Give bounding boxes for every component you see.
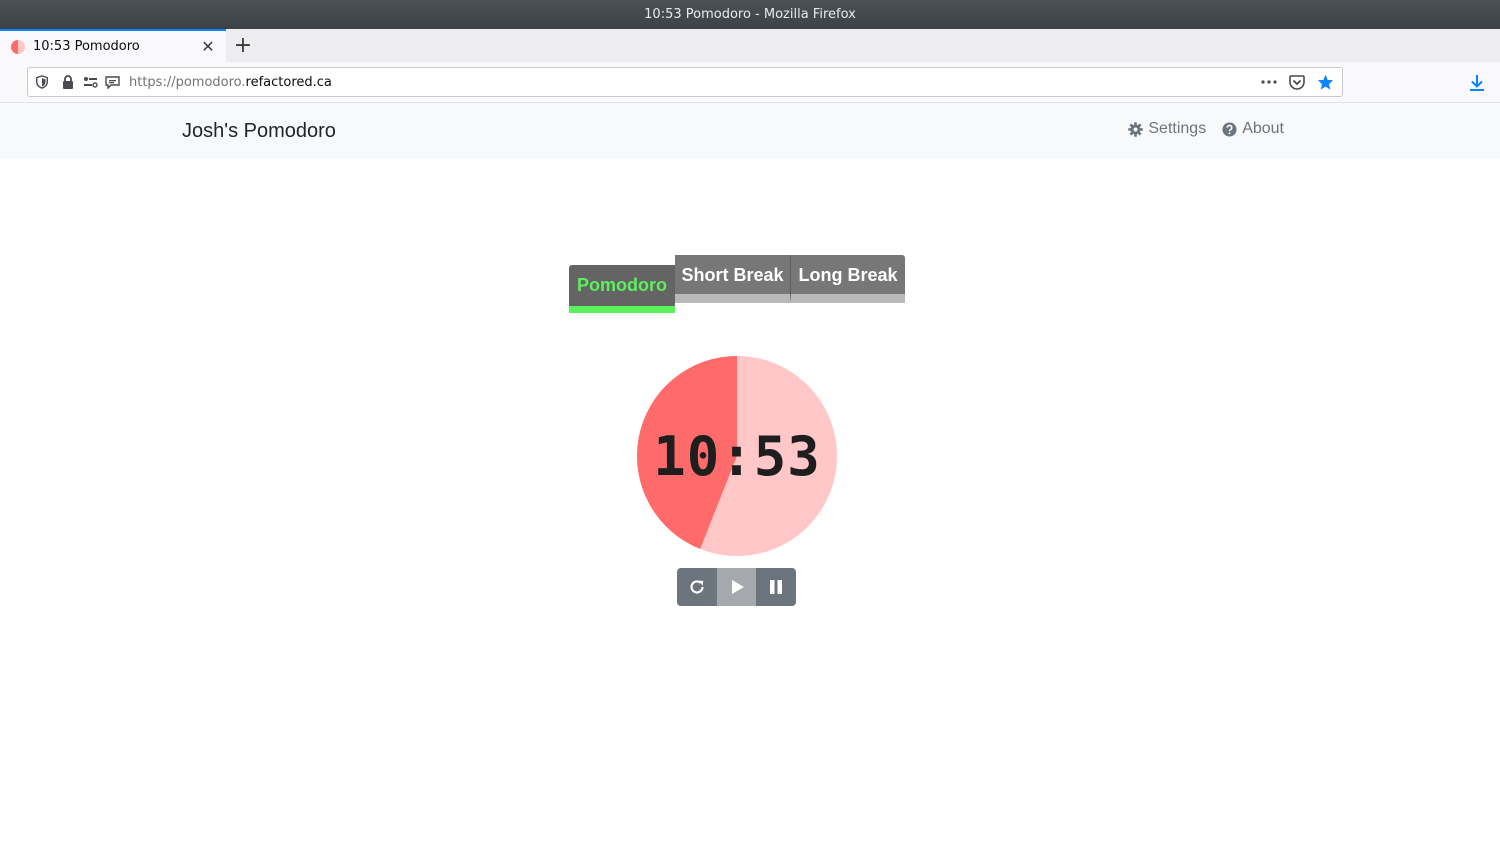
browser-tab-title: 10:53 Pomodoro [33, 39, 140, 54]
url-text[interactable]: https://pomodoro.refactored.ca [129, 75, 1258, 90]
about-link[interactable]: About [1222, 120, 1284, 138]
timer-controls [677, 568, 796, 606]
long-break-mode-button[interactable]: Long Break [791, 255, 905, 303]
settings-label: Settings [1148, 120, 1207, 137]
pause-button[interactable] [756, 568, 796, 606]
short-break-mode-button[interactable]: Short Break [675, 255, 791, 303]
app-navbar: Josh's Pomodoro Settings About [0, 103, 1500, 159]
pocket-icon[interactable] [1286, 68, 1308, 96]
permissions-icon[interactable] [79, 68, 101, 96]
nav-links: Settings About [1128, 120, 1284, 138]
timer-display: 10:53 [653, 424, 821, 488]
brand-link[interactable]: Josh's Pomodoro [182, 120, 336, 143]
pomodoro-favicon-icon [11, 39, 25, 54]
more-icon[interactable] [1258, 68, 1280, 96]
browser-tab[interactable]: 10:53 Pomodoro ✕ [0, 29, 226, 62]
tab-strip: 10:53 Pomodoro ✕ + [0, 29, 1500, 63]
about-label: About [1242, 120, 1284, 137]
new-tab-button[interactable]: + [230, 29, 256, 62]
lock-icon[interactable] [57, 68, 79, 96]
question-icon [1222, 121, 1237, 137]
download-icon[interactable] [1466, 72, 1488, 94]
window-title: 10:53 Pomodoro - Mozilla Firefox [644, 7, 856, 22]
play-icon [731, 580, 744, 594]
shield-icon[interactable] [31, 68, 53, 96]
timer-clock: 10:53 [637, 356, 837, 556]
star-icon[interactable] [1314, 68, 1336, 96]
close-icon[interactable]: ✕ [196, 37, 220, 56]
navigation-toolbar: https://pomodoro.refactored.ca [0, 62, 1500, 103]
reset-button[interactable] [677, 568, 717, 606]
pomodoro-mode-button[interactable]: Pomodoro [569, 265, 675, 313]
gear-icon [1128, 121, 1144, 137]
window-titlebar: 10:53 Pomodoro - Mozilla Firefox [0, 0, 1500, 29]
url-prefix: https://pomodoro. [129, 74, 246, 90]
url-domain: refactored.ca [245, 74, 332, 90]
url-bar[interactable]: https://pomodoro.refactored.ca [27, 67, 1343, 97]
reset-icon [690, 580, 704, 594]
pause-icon [770, 580, 782, 594]
reader-icon[interactable] [101, 68, 123, 96]
play-button[interactable] [717, 568, 756, 606]
mode-selector: Pomodoro Short Break Long Break [569, 255, 905, 315]
settings-link[interactable]: Settings [1128, 120, 1206, 138]
plus-icon: + [233, 33, 253, 58]
